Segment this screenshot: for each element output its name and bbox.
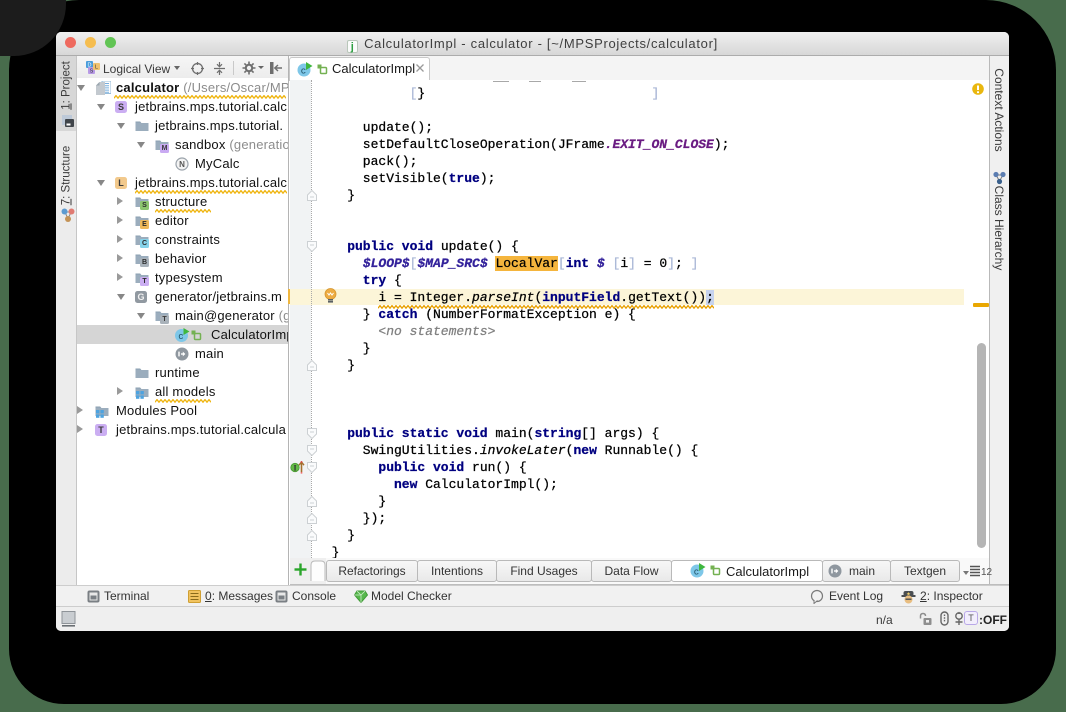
svg-text:I: I	[293, 464, 296, 473]
svg-text:N: N	[179, 160, 185, 169]
svg-text:★: ★	[906, 591, 911, 597]
svg-text:c: c	[694, 568, 699, 578]
svg-text:c: c	[301, 67, 306, 77]
svg-text:L: L	[95, 65, 98, 71]
svg-text:S: S	[90, 69, 94, 75]
svg-text:c: c	[178, 332, 183, 342]
